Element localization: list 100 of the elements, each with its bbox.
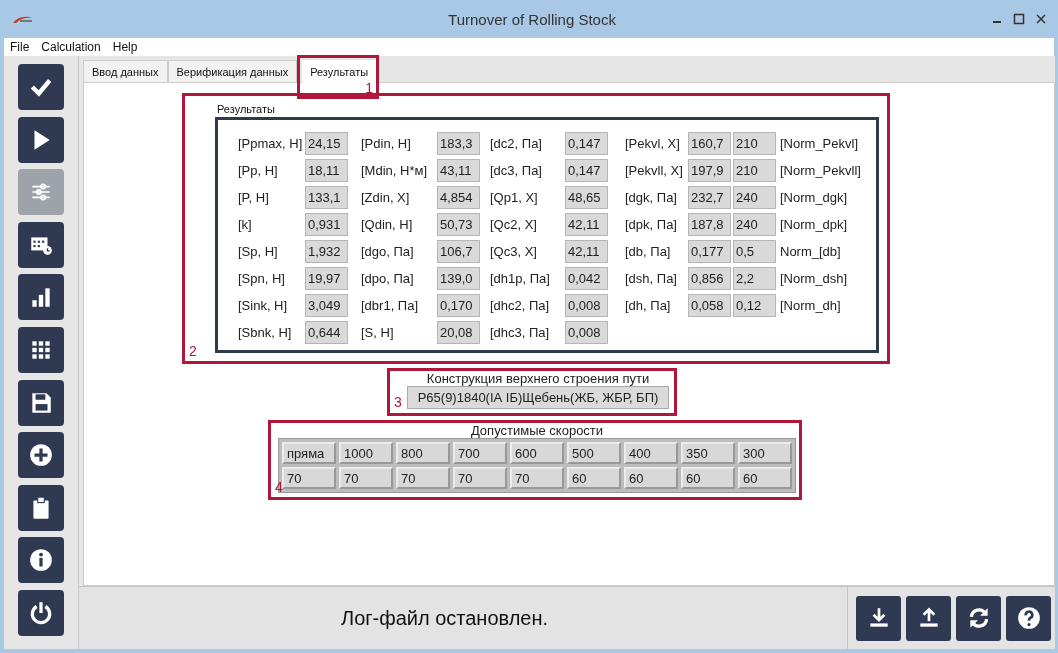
table-cell: 60 bbox=[567, 467, 621, 489]
toolbar-button[interactable] bbox=[856, 595, 901, 641]
table-cell: 400 bbox=[624, 442, 678, 464]
value-field: 232,7 bbox=[688, 186, 731, 209]
sidebar-button[interactable] bbox=[18, 116, 64, 163]
table-cell: 70 bbox=[339, 467, 393, 489]
toolbar-button[interactable] bbox=[956, 595, 1001, 641]
value-field: 42,11 bbox=[565, 240, 608, 263]
value-field: 0,008 bbox=[565, 321, 608, 344]
toolbar-button[interactable] bbox=[1006, 595, 1051, 641]
menu-item[interactable]: File bbox=[10, 40, 30, 54]
table-cell: 800 bbox=[396, 442, 450, 464]
value-field: 24,15 bbox=[305, 132, 348, 155]
toolbar-button[interactable] bbox=[906, 595, 951, 641]
tab[interactable]: Верификация данных bbox=[167, 60, 298, 82]
field-label: [Qp1, X] bbox=[490, 190, 539, 205]
field-label: [dh1p, Па] bbox=[490, 271, 551, 286]
field-label: [Pekvll, X] bbox=[625, 163, 684, 178]
tab[interactable]: Ввод данных bbox=[83, 60, 168, 82]
power-icon bbox=[28, 599, 54, 626]
field-label: [Ppmax, H] bbox=[238, 136, 304, 151]
table-cell: 60 bbox=[738, 467, 792, 489]
value-field: 0,5 bbox=[733, 240, 776, 263]
sidebar-button[interactable] bbox=[18, 379, 64, 426]
value-field: 20,08 bbox=[437, 321, 480, 344]
value-field: 0,644 bbox=[305, 321, 348, 344]
field-label: [dpk, Па] bbox=[625, 217, 678, 232]
field-label: [Qc3, X] bbox=[490, 244, 538, 259]
table-cell: 500 bbox=[567, 442, 621, 464]
menu-item[interactable]: Calculation bbox=[41, 40, 101, 54]
field-label: [dsh, Па] bbox=[625, 271, 678, 286]
field-label: [Pdin, H] bbox=[361, 136, 412, 151]
info-icon bbox=[28, 547, 54, 574]
table-cell: 60 bbox=[681, 467, 735, 489]
field-label: [Norm_dpk] bbox=[780, 217, 849, 232]
table-cell: 1000 bbox=[339, 442, 393, 464]
value-field: 240 bbox=[733, 213, 776, 236]
value-field: 0,931 bbox=[305, 213, 348, 236]
field-label: [dhc2, Па] bbox=[490, 298, 551, 313]
field-label: [Sbnk, H] bbox=[238, 325, 293, 340]
sidebar-button[interactable] bbox=[18, 326, 64, 373]
value-field: 187,8 bbox=[688, 213, 731, 236]
field-label: [dc2, Па] bbox=[490, 136, 543, 151]
field-label: [db, Па] bbox=[625, 244, 672, 259]
value-field: 42,11 bbox=[565, 213, 608, 236]
group-title: Конструкция верхнего строения пути bbox=[426, 371, 650, 386]
field-label: Norm_[db] bbox=[780, 244, 842, 259]
table-cell: 70 bbox=[396, 467, 450, 489]
menu-item[interactable]: Help bbox=[112, 40, 138, 54]
value-field: 0,177 bbox=[688, 240, 731, 263]
sidebar-button[interactable] bbox=[18, 537, 64, 584]
close-icon[interactable] bbox=[1034, 12, 1048, 26]
value-field: 50,73 bbox=[437, 213, 480, 236]
value-field: 210 bbox=[733, 159, 776, 182]
sidebar-button[interactable] bbox=[18, 589, 64, 636]
value-field: 18,11 bbox=[305, 159, 348, 182]
field-label: [dc3, Па] bbox=[490, 163, 543, 178]
status-text: Лог-файл остановлен. bbox=[341, 606, 549, 630]
value-field: 0,042 bbox=[565, 267, 608, 290]
value-field: 240 bbox=[733, 186, 776, 209]
field-label: [dgk, Па] bbox=[625, 190, 678, 205]
field-label: [Norm_dh] bbox=[780, 298, 842, 313]
table-cell: 70 bbox=[453, 467, 507, 489]
help-icon bbox=[1015, 605, 1042, 631]
field-label: [Qc2, X] bbox=[490, 217, 538, 232]
field-label: [Sink, H] bbox=[238, 298, 289, 313]
value-field: 2,2 bbox=[733, 267, 776, 290]
callout-number: 4 bbox=[275, 479, 283, 495]
field-label: [Mdin, H*м] bbox=[361, 163, 428, 178]
group-title: Результаты bbox=[217, 103, 275, 115]
value-field: 4,854 bbox=[437, 186, 480, 209]
field-label: [Pp, H] bbox=[238, 163, 279, 178]
group-title: Допустимые скорости bbox=[470, 423, 604, 438]
value-field: 0,147 bbox=[565, 159, 608, 182]
value-field: 0,058 bbox=[688, 294, 731, 317]
sidebar-button[interactable] bbox=[18, 221, 64, 268]
field-label: [S, H] bbox=[361, 325, 395, 340]
field-label: [Qdin, H] bbox=[361, 217, 414, 232]
value-field: 43,11 bbox=[437, 159, 480, 182]
field-label: [dpo, Па] bbox=[361, 271, 415, 286]
field-label: [Norm_Pekvll] bbox=[780, 163, 862, 178]
sidebar-button[interactable] bbox=[18, 432, 64, 479]
value-field: 19,97 bbox=[305, 267, 348, 290]
value-field: 3,049 bbox=[305, 294, 348, 317]
window-title: Turnover of Rolling Stock bbox=[447, 10, 617, 28]
value-field: 0,12 bbox=[733, 294, 776, 317]
sidebar-button[interactable] bbox=[18, 484, 64, 531]
field-label: [P, H] bbox=[238, 190, 270, 205]
sidebar-button[interactable] bbox=[18, 64, 64, 110]
callout-number: 3 bbox=[394, 394, 402, 410]
tab[interactable]: Результаты bbox=[302, 60, 377, 84]
table-cell: пряма bbox=[282, 442, 336, 464]
value-field: Р65(9)1840(IА IБ)Щебень(ЖБ, ЖБР, БП) bbox=[406, 386, 670, 409]
field-label: [Pekvl, X] bbox=[625, 136, 681, 151]
maximize-icon[interactable] bbox=[1012, 12, 1026, 26]
value-field: 210 bbox=[733, 132, 776, 155]
value-field: 160,7 bbox=[688, 132, 731, 155]
field-label: [dhc3, Па] bbox=[490, 325, 551, 340]
field-label: [Norm_Pekvl] bbox=[780, 136, 860, 151]
sidebar-button[interactable] bbox=[18, 274, 64, 321]
